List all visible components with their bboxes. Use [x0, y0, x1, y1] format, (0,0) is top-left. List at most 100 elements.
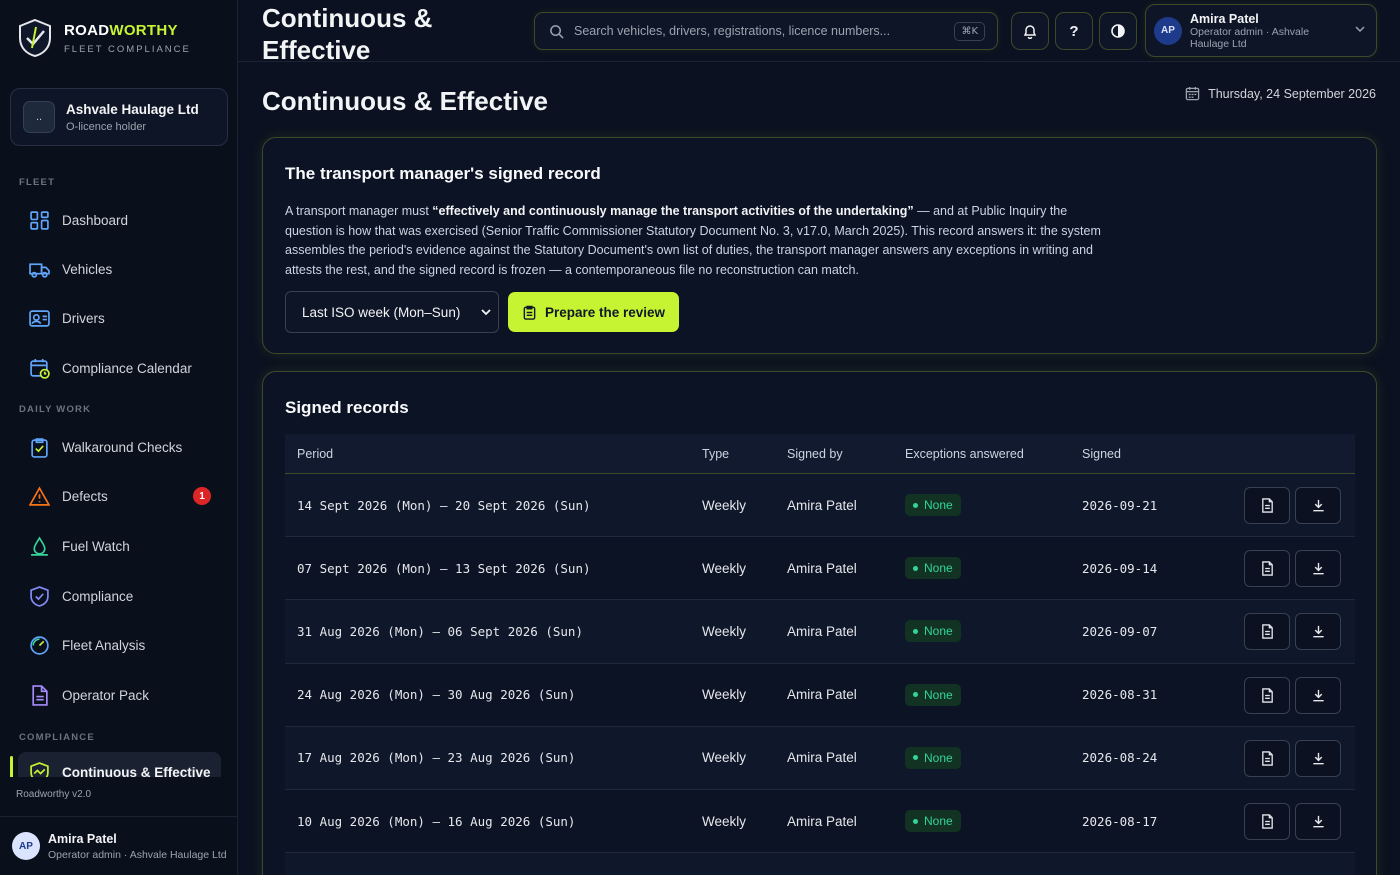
sidebar-item-fleet-analysis[interactable]: Fleet Analysis: [18, 625, 221, 665]
period-cell: 31 Aug 2026 (Mon) – 06 Sept 2026 (Sun): [297, 623, 583, 639]
period-select[interactable]: Last ISO week (Mon–Sun): [285, 291, 499, 333]
chevron-down-icon: [1355, 26, 1365, 33]
sidebar-item-compliance-calendar[interactable]: Compliance Calendar: [18, 348, 221, 388]
type-cell: Weekly: [702, 623, 747, 639]
exceptions-badge: None: [905, 810, 961, 833]
clipboard-check-icon: [28, 436, 50, 458]
notifications-button[interactable]: [1011, 12, 1049, 50]
warning-triangle-icon: [28, 485, 50, 507]
review-card: The transport manager's signed record A …: [262, 137, 1377, 354]
sidebar-item-label: Fleet Analysis: [62, 637, 146, 653]
app-version: Roadworthy v2.0: [16, 789, 92, 800]
help-button[interactable]: ?: [1055, 12, 1093, 50]
document-icon: [1261, 561, 1273, 576]
signed-date-cell: 2026-08-17: [1082, 813, 1158, 829]
gauge-icon: [28, 634, 50, 656]
sidebar-item-continuous-effective[interactable]: Continuous & Effective: [10, 752, 221, 777]
sidebar-item-walkaround-checks[interactable]: Walkaround Checks: [18, 427, 221, 467]
view-record-button[interactable]: [1244, 613, 1290, 651]
prepare-review-button[interactable]: Prepare the review: [508, 292, 679, 332]
sidebar-user[interactable]: AP Amira Patel Operator admin · Ashvale …: [0, 816, 237, 875]
id-card-icon: [28, 307, 50, 329]
avatar: AP: [12, 832, 40, 860]
signed-by-cell: Amira Patel: [787, 623, 857, 639]
download-icon: [1312, 563, 1324, 575]
user-menu[interactable]: AP Amira Patel Operator admin · Ashvale …: [1145, 4, 1377, 57]
exceptions-cell: None: [905, 727, 961, 789]
fuel-drop-icon: [28, 535, 50, 557]
table-row[interactable]: 17 Aug 2026 (Mon) – 23 Aug 2026 (Sun) We…: [285, 726, 1355, 790]
search-input[interactable]: Search vehicles, drivers, registrations,…: [534, 12, 998, 50]
table-row[interactable]: 10 Aug 2026 (Mon) – 16 Aug 2026 (Sun) We…: [285, 790, 1355, 854]
column-period[interactable]: Period: [297, 434, 333, 473]
signed-date-cell: 2026-08-31: [1082, 687, 1158, 703]
download-record-button[interactable]: [1295, 487, 1341, 524]
exceptions-badge: None: [905, 557, 961, 580]
sidebar-item-defects[interactable]: Defects 1: [18, 476, 221, 516]
download-record-button[interactable]: [1295, 613, 1341, 651]
section-fleet: FLEET: [19, 177, 56, 188]
prepare-review-label: Prepare the review: [544, 304, 666, 320]
view-record-button[interactable]: [1244, 802, 1290, 840]
download-record-button[interactable]: [1295, 550, 1341, 588]
org-switcher[interactable]: .. Ashvale Haulage Ltd O-licence holder: [10, 88, 228, 146]
clipboard-icon: [523, 305, 536, 320]
table-row[interactable]: 31 Aug 2026 (Mon) – 06 Sept 2026 (Sun) W…: [285, 600, 1355, 664]
sidebar-item-label: Drivers: [62, 310, 105, 326]
view-record-button[interactable]: [1244, 550, 1290, 588]
sidebar-item-label: Defects: [62, 488, 108, 504]
table-row[interactable]: 07 Sept 2026 (Mon) – 13 Sept 2026 (Sun) …: [285, 537, 1355, 601]
download-record-button[interactable]: [1295, 739, 1341, 777]
type-cell: Weekly: [702, 497, 747, 513]
period-cell: 14 Sept 2026 (Mon) – 20 Sept 2026 (Sun): [297, 497, 591, 513]
table-row[interactable]: [285, 853, 1355, 875]
signed-by-cell: Amira Patel: [787, 687, 857, 703]
table-row[interactable]: 14 Sept 2026 (Mon) – 20 Sept 2026 (Sun) …: [285, 474, 1355, 538]
download-record-button[interactable]: [1295, 676, 1341, 714]
signed-date-cell: 2026-09-14: [1082, 560, 1158, 576]
org-name: Ashvale Haulage Ltd: [66, 101, 199, 117]
sidebar-item-drivers[interactable]: Drivers: [18, 298, 221, 338]
type-cell: Weekly: [702, 687, 747, 703]
download-icon: [1312, 689, 1324, 701]
column-type[interactable]: Type: [702, 434, 729, 473]
document-icon: [1261, 687, 1273, 703]
view-record-button[interactable]: [1244, 676, 1290, 714]
sidebar-item-label: Operator Pack: [62, 687, 150, 703]
exceptions-badge: None: [905, 746, 961, 769]
theme-toggle-button[interactable]: [1099, 12, 1137, 50]
user-role: Operator admin · Ashvale Haulage Ltd: [48, 848, 227, 861]
sidebar-item-compliance[interactable]: Compliance: [18, 576, 221, 616]
brand[interactable]: ROADWORTHY FLEET COMPLIANCE: [16, 18, 191, 58]
table-row[interactable]: 24 Aug 2026 (Mon) – 30 Aug 2026 (Sun) We…: [285, 664, 1355, 727]
column-signed[interactable]: Signed: [1082, 434, 1121, 473]
brand-subtitle: FLEET COMPLIANCE: [64, 43, 191, 55]
signed-by-cell: Amira Patel: [787, 750, 857, 766]
download-record-button[interactable]: [1295, 802, 1341, 840]
table-header: Period Type Signed by Exceptions answere…: [285, 434, 1355, 474]
org-avatar: ..: [23, 101, 55, 133]
sidebar-item-operator-pack[interactable]: Operator Pack: [18, 675, 221, 715]
search-icon: [550, 24, 564, 39]
column-signed-by[interactable]: Signed by: [787, 434, 843, 473]
avatar: AP: [1154, 16, 1182, 45]
org-role: O-licence holder: [66, 120, 147, 133]
exceptions-badge: None: [905, 683, 961, 706]
user-menu-role: Operator admin · Ashvale Haulage Ltd: [1190, 25, 1310, 50]
bell-icon: [1023, 25, 1037, 39]
column-exceptions[interactable]: Exceptions answered: [905, 434, 1024, 473]
period-cell: 17 Aug 2026 (Mon) – 23 Aug 2026 (Sun): [297, 750, 576, 766]
nav-scroll-clip: Continuous & Effective: [0, 745, 237, 777]
section-daily-work: DAILY WORK: [19, 404, 92, 415]
view-record-button[interactable]: [1244, 487, 1290, 524]
document-icon: [1261, 751, 1273, 766]
period-cell: 07 Sept 2026 (Mon) – 13 Sept 2026 (Sun): [297, 560, 591, 576]
signed-records-card: Signed records Period Type Signed by Exc…: [262, 371, 1377, 875]
review-card-title: The transport manager's signed record: [285, 164, 601, 183]
calendar-clock-icon: [28, 357, 50, 379]
sidebar-item-fuel-watch[interactable]: Fuel Watch: [18, 526, 221, 566]
view-record-button[interactable]: [1244, 739, 1290, 777]
contrast-icon: [1111, 24, 1125, 38]
sidebar-item-dashboard[interactable]: Dashboard: [18, 200, 221, 240]
sidebar-item-vehicles[interactable]: Vehicles: [18, 249, 221, 289]
